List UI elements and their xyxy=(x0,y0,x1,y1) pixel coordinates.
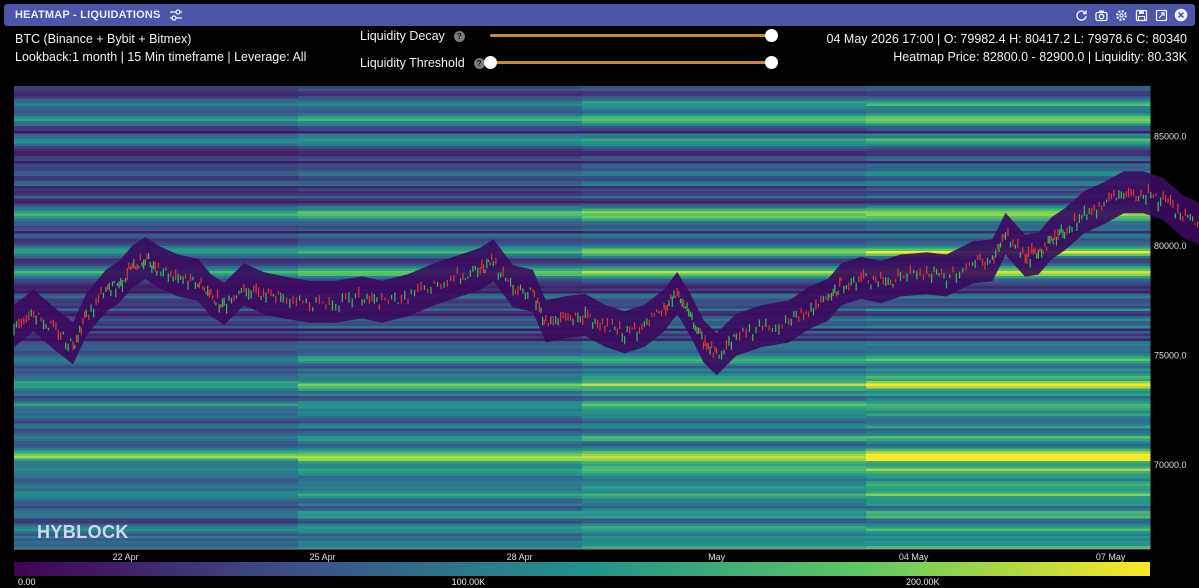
help-icon[interactable]: ? xyxy=(453,30,465,42)
x-tick-label: 04 May xyxy=(899,552,929,562)
x-tick-label: 28 Apr xyxy=(507,552,533,562)
hyblock-watermark: HYBLOCK xyxy=(37,522,129,542)
x-tick-label: 22 Apr xyxy=(113,552,139,562)
y-tick-label: 80000.0 xyxy=(1154,241,1187,251)
symbol-info: BTC (Binance + Bybit + Bitmex) Lookback:… xyxy=(15,30,306,66)
x-tick-label: 07 May xyxy=(1096,552,1126,562)
liquidity-threshold-label: Liquidity Threshold xyxy=(360,56,465,70)
slider-thumb-high[interactable] xyxy=(765,56,778,69)
legend-tick-label: 100.00K xyxy=(452,577,486,587)
slider-track xyxy=(490,61,771,64)
window-title: HEATMAP - LIQUIDATIONS xyxy=(15,9,161,21)
y-tick-label: 75000.0 xyxy=(1154,350,1187,360)
title-bar: HEATMAP - LIQUIDATIONS xyxy=(4,4,1195,26)
settings-summary: Lookback:1 month | 15 Min timeframe | Le… xyxy=(15,50,307,64)
camera-icon[interactable] xyxy=(1093,7,1109,23)
liquidity-decay-control: Liquidity Decay ? xyxy=(360,27,465,45)
slider-thumb-low[interactable] xyxy=(484,56,497,69)
liquidation-heatmap-chart: 85000.0 80000.0 75000.0 70000.0 22 Apr 25 Apr… xyxy=(13,86,1199,587)
price-readout: 04 May 2026 17:00 | O: 79982.4 H: 80417.… xyxy=(827,30,1187,66)
heatmap-window: 85000.0 80000.0 75000.0 70000.0 22 Apr 25 Apr… xyxy=(0,0,1199,588)
close-icon[interactable] xyxy=(1173,7,1189,23)
x-tick-label: May xyxy=(708,552,726,562)
refresh-icon[interactable] xyxy=(1073,7,1089,23)
sliders-icon[interactable] xyxy=(169,8,183,22)
ohlc-readout: 04 May 2026 17:00 | O: 79982.4 H: 80417.… xyxy=(826,32,1187,46)
y-tick-label: 70000.0 xyxy=(1154,460,1187,470)
slider-track xyxy=(490,34,771,37)
heatmap-readout: Heatmap Price: 82800.0 - 82900.0 | Liqui… xyxy=(893,50,1187,64)
window-toolbar xyxy=(1073,7,1189,23)
legend-tick-label: 200.00K xyxy=(906,577,940,587)
color-legend-bar xyxy=(14,562,1150,576)
exchange-label: BTC (Binance + Bybit + Bitmex) xyxy=(15,32,192,46)
slider-thumb[interactable] xyxy=(765,29,778,42)
expand-icon[interactable] xyxy=(1153,7,1169,23)
liquidity-threshold-slider[interactable] xyxy=(484,56,778,70)
liquidity-decay-slider[interactable] xyxy=(490,29,778,43)
liquidity-decay-label: Liquidity Decay xyxy=(360,29,445,43)
y-tick-label: 85000.0 xyxy=(1154,131,1187,141)
x-tick-label: 25 Apr xyxy=(310,552,336,562)
save-icon[interactable] xyxy=(1133,7,1149,23)
legend-tick-label: 0.00 xyxy=(18,577,36,587)
liquidity-threshold-control: Liquidity Threshold ? xyxy=(360,54,485,72)
gear-icon[interactable] xyxy=(1113,7,1129,23)
